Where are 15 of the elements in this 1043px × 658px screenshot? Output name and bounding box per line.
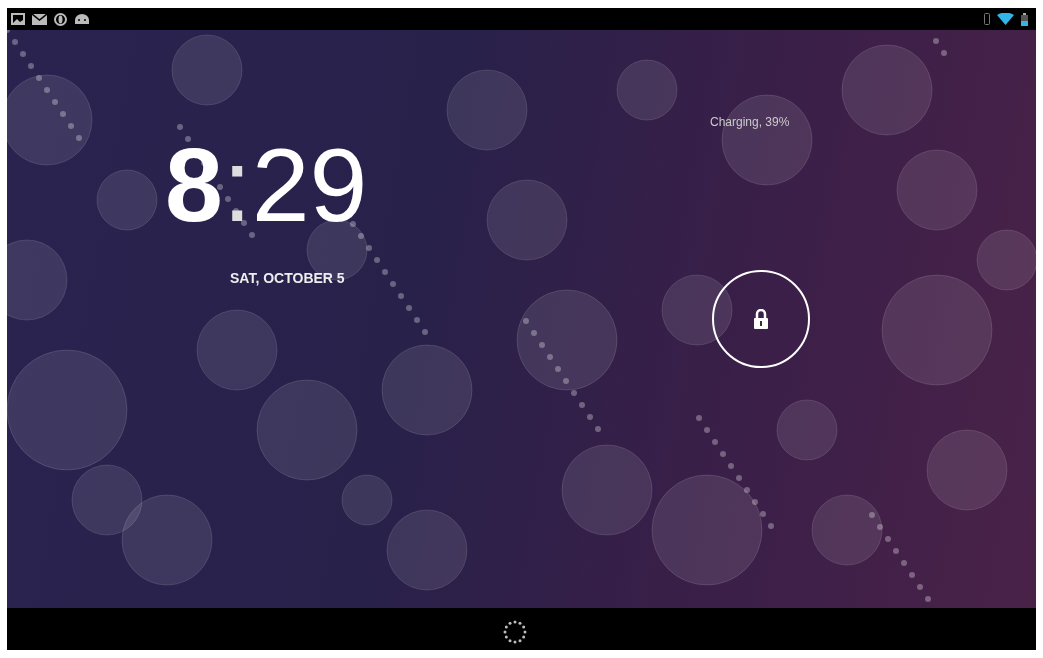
- mail-icon: [32, 13, 47, 25]
- globe-icon: [54, 12, 67, 26]
- clock-separator: :: [222, 133, 252, 237]
- lock-icon: [753, 309, 769, 329]
- vibrate-icon: [984, 13, 990, 25]
- clock-minutes: 29: [251, 133, 368, 237]
- charging-status: Charging, 39%: [710, 115, 791, 129]
- wifi-icon: [997, 13, 1014, 25]
- clock-hours: 8: [165, 133, 223, 237]
- dotted-ring-icon: [502, 620, 527, 644]
- date-label: SAT, OCTOBER 5: [230, 270, 345, 286]
- battery-icon: [1021, 12, 1028, 26]
- picture-notification-icon: [11, 13, 25, 25]
- android-icon: [74, 14, 90, 24]
- unlock-button[interactable]: [712, 270, 810, 368]
